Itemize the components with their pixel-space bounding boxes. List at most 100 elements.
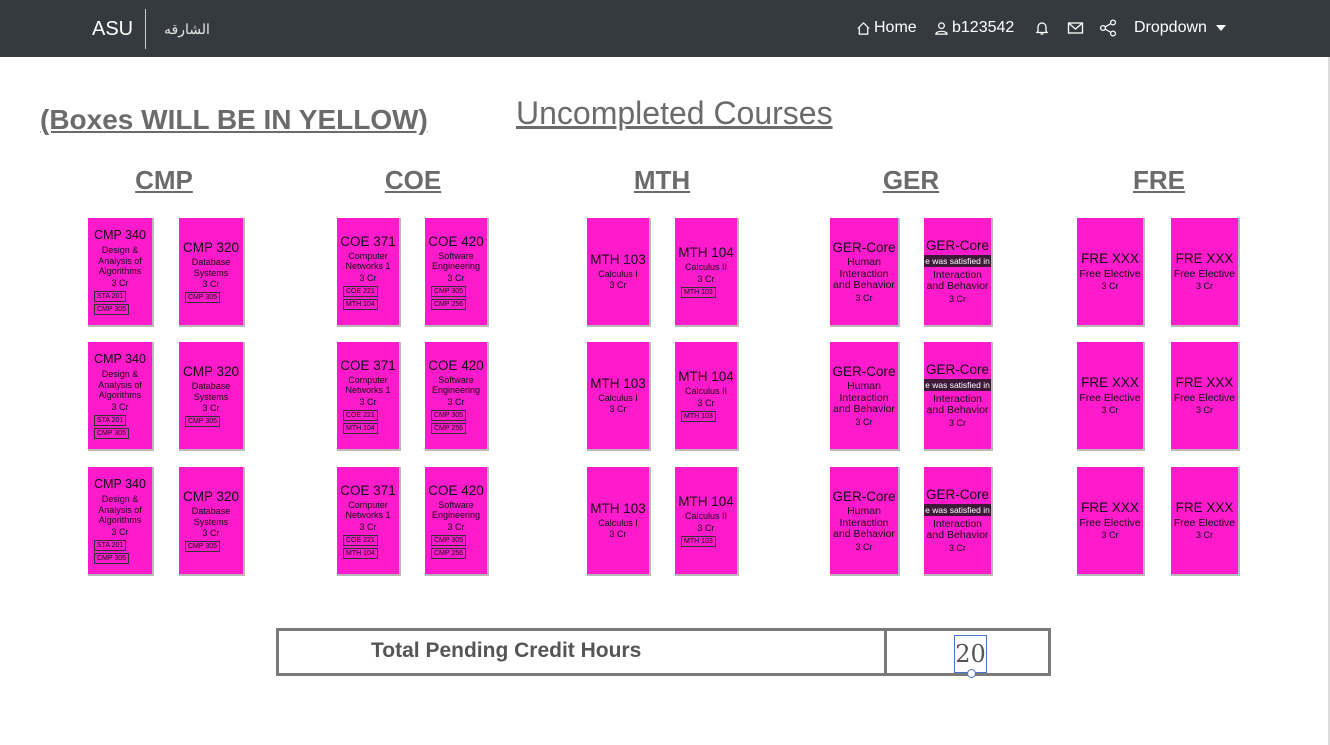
course-card-fre-elective[interactable]: FRE XXX Free Elective 3 Cr — [1077, 467, 1145, 576]
course-credits: 3 Cr — [111, 401, 129, 412]
nav-home-link[interactable]: Home — [856, 19, 917, 37]
prereq-badge: CMP 305 — [185, 541, 221, 552]
satisfied-tooltip: e was satisfied in — [924, 503, 991, 516]
course-card-coe420[interactable]: COE 420 Software Engineering 3 Cr CMP 30… — [425, 467, 489, 576]
course-credits: 3 Cr — [359, 272, 377, 283]
course-credits: 3 Cr — [202, 403, 220, 413]
course-code: FRE XXX — [1175, 500, 1234, 515]
course-credits: 3 Cr — [855, 416, 873, 427]
course-code: GER-Core — [832, 363, 896, 379]
course-card-ger-core-satisfied[interactable]: GER-Core e was satisfied in Interaction … — [924, 218, 993, 327]
prereq-badge: STA 201 — [94, 414, 127, 426]
brand-logo[interactable]: ASU — [92, 18, 133, 41]
course-credits: 3 Cr — [697, 522, 715, 533]
total-credit-hours-value[interactable]: 20 — [954, 635, 987, 673]
prereq-badge: MTH 104 — [343, 547, 378, 559]
course-credits: 3 Cr — [609, 280, 627, 291]
course-card-mth104[interactable]: MTH 104 Calculus II 3 Cr MTH 103 — [675, 467, 739, 576]
course-code: FRE XXX — [1175, 251, 1234, 266]
prereq-badge: CMP 305 — [431, 534, 467, 546]
course-card-coe420[interactable]: COE 420 Software Engineering 3 Cr CMP 30… — [425, 218, 489, 327]
course-name: Interaction and Behavior — [926, 517, 989, 542]
prereq-badge: CMP 305 — [431, 285, 467, 297]
course-code: FRE XXX — [1081, 500, 1139, 515]
course-card-cmp320[interactable]: CMP 320 Database Systems 3 Cr CMP 305 — [179, 467, 245, 576]
course-credits: 3 Cr — [447, 396, 465, 407]
nav-user-label: b123542 — [952, 19, 1015, 36]
course-card-coe371[interactable]: COE 371 Computer Networks 1 3 Cr COE 221… — [337, 342, 401, 451]
prereq-badge: CMP 305 — [185, 416, 221, 427]
course-code: COE 371 — [340, 482, 396, 498]
course-card-cmp340[interactable]: CMP 340 Design & Analysis of Algorithms … — [88, 342, 154, 451]
course-card-cmp340[interactable]: CMP 340 Design & Analysis of Algorithms … — [88, 218, 154, 327]
course-card-mth103[interactable]: MTH 103 Calculus I 3 Cr — [587, 342, 651, 451]
course-card-fre-elective[interactable]: FRE XXX Free Elective 3 Cr — [1171, 342, 1240, 451]
course-name: Human Interaction and Behavior — [833, 256, 895, 291]
course-credits: 3 Cr — [202, 528, 220, 538]
share-button[interactable] — [1099, 19, 1117, 37]
course-card-ger-core[interactable]: GER-Core Human Interaction and Behavior … — [830, 467, 900, 576]
prereq-badge: CMP 305 — [94, 427, 130, 439]
course-credits: 3 Cr — [1195, 405, 1213, 415]
course-credits: 3 Cr — [1101, 281, 1119, 291]
satisfied-tooltip: e was satisfied in — [924, 378, 991, 391]
course-card-ger-core-satisfied[interactable]: GER-Core e was satisfied in Interaction … — [924, 467, 993, 576]
course-card-coe371[interactable]: COE 371 Computer Networks 1 3 Cr COE 221… — [337, 218, 401, 327]
prereq-badge: MTH 104 — [343, 298, 378, 310]
resize-handle[interactable] — [967, 669, 976, 678]
course-credits: 3 Cr — [609, 529, 627, 540]
course-credits: 3 Cr — [1195, 281, 1213, 291]
prereq-badge: CMP 305 — [431, 409, 467, 421]
course-credits: 3 Cr — [1101, 405, 1119, 415]
course-card-cmp320[interactable]: CMP 320 Database Systems 3 Cr CMP 305 — [179, 342, 245, 451]
course-code: COE 420 — [428, 357, 484, 373]
course-name: Calculus II — [684, 262, 728, 273]
course-code: GER-Core — [925, 238, 989, 254]
nav-user-link[interactable]: b123542 — [934, 19, 1014, 37]
prereq-badge: COE 221 — [343, 534, 378, 546]
course-card-ger-core-satisfied[interactable]: GER-Core e was satisfied in Interaction … — [924, 342, 993, 451]
course-name: Free Elective — [1173, 516, 1236, 529]
course-code: FRE XXX — [1175, 375, 1234, 390]
course-code: CMP 340 — [94, 352, 146, 367]
course-name: Human Interaction and Behavior — [833, 380, 895, 415]
nav-dropdown-toggle[interactable]: Dropdown — [1134, 19, 1226, 37]
course-card-mth104[interactable]: MTH 104 Calculus II 3 Cr MTH 103 — [675, 342, 739, 451]
messages-button[interactable] — [1067, 20, 1084, 36]
course-code: MTH 104 — [678, 494, 734, 510]
brand-arabic-name: الشارقه — [164, 21, 210, 37]
course-card-fre-elective[interactable]: FRE XXX Free Elective 3 Cr — [1171, 467, 1240, 576]
course-card-mth103[interactable]: MTH 103 Calculus I 3 Cr — [587, 218, 651, 327]
course-credits: 3 Cr — [202, 279, 220, 289]
course-credits: 3 Cr — [111, 277, 129, 288]
course-card-fre-elective[interactable]: FRE XXX Free Elective 3 Cr — [1171, 218, 1240, 327]
course-name: Software Engineering — [431, 374, 481, 396]
nav-home-label: Home — [874, 19, 917, 36]
course-card-ger-core[interactable]: GER-Core Human Interaction and Behavior … — [830, 342, 900, 451]
course-card-coe420[interactable]: COE 420 Software Engineering 3 Cr CMP 30… — [425, 342, 489, 451]
prereq-badge: MTH 103 — [681, 286, 716, 298]
course-code: COE 420 — [428, 482, 484, 498]
total-credit-hours-label: Total Pending Credit Hours — [371, 639, 642, 662]
course-name: Interaction and Behavior — [926, 392, 989, 417]
caret-down-icon — [1215, 25, 1226, 31]
course-card-ger-core[interactable]: GER-Core Human Interaction and Behavior … — [830, 218, 900, 327]
course-code: COE 371 — [340, 357, 396, 373]
course-card-fre-elective[interactable]: FRE XXX Free Elective 3 Cr — [1077, 342, 1145, 451]
course-card-cmp320[interactable]: CMP 320 Database Systems 3 Cr CMP 305 — [179, 218, 245, 327]
prereq-badge: CMP 305 — [94, 303, 130, 315]
course-card-coe371[interactable]: COE 371 Computer Networks 1 3 Cr COE 221… — [337, 467, 401, 576]
course-code: MTH 103 — [590, 251, 646, 267]
course-card-mth104[interactable]: MTH 104 Calculus II 3 Cr MTH 103 — [675, 218, 739, 327]
course-card-cmp340[interactable]: CMP 340 Design & Analysis of Algorithms … — [88, 467, 154, 576]
course-card-fre-elective[interactable]: FRE XXX Free Elective 3 Cr — [1077, 218, 1145, 327]
course-code: GER-Core — [925, 362, 989, 378]
course-name: Calculus I — [598, 268, 638, 279]
course-card-mth103[interactable]: MTH 103 Calculus I 3 Cr — [587, 467, 651, 576]
notifications-button[interactable] — [1034, 20, 1050, 36]
course-name: Calculus II — [684, 511, 728, 522]
course-credits: 3 Cr — [609, 404, 627, 415]
course-name: Human Interaction and Behavior — [833, 505, 895, 540]
prereq-badge: CMP 256 — [431, 547, 467, 559]
course-credits: 3 Cr — [447, 521, 465, 532]
